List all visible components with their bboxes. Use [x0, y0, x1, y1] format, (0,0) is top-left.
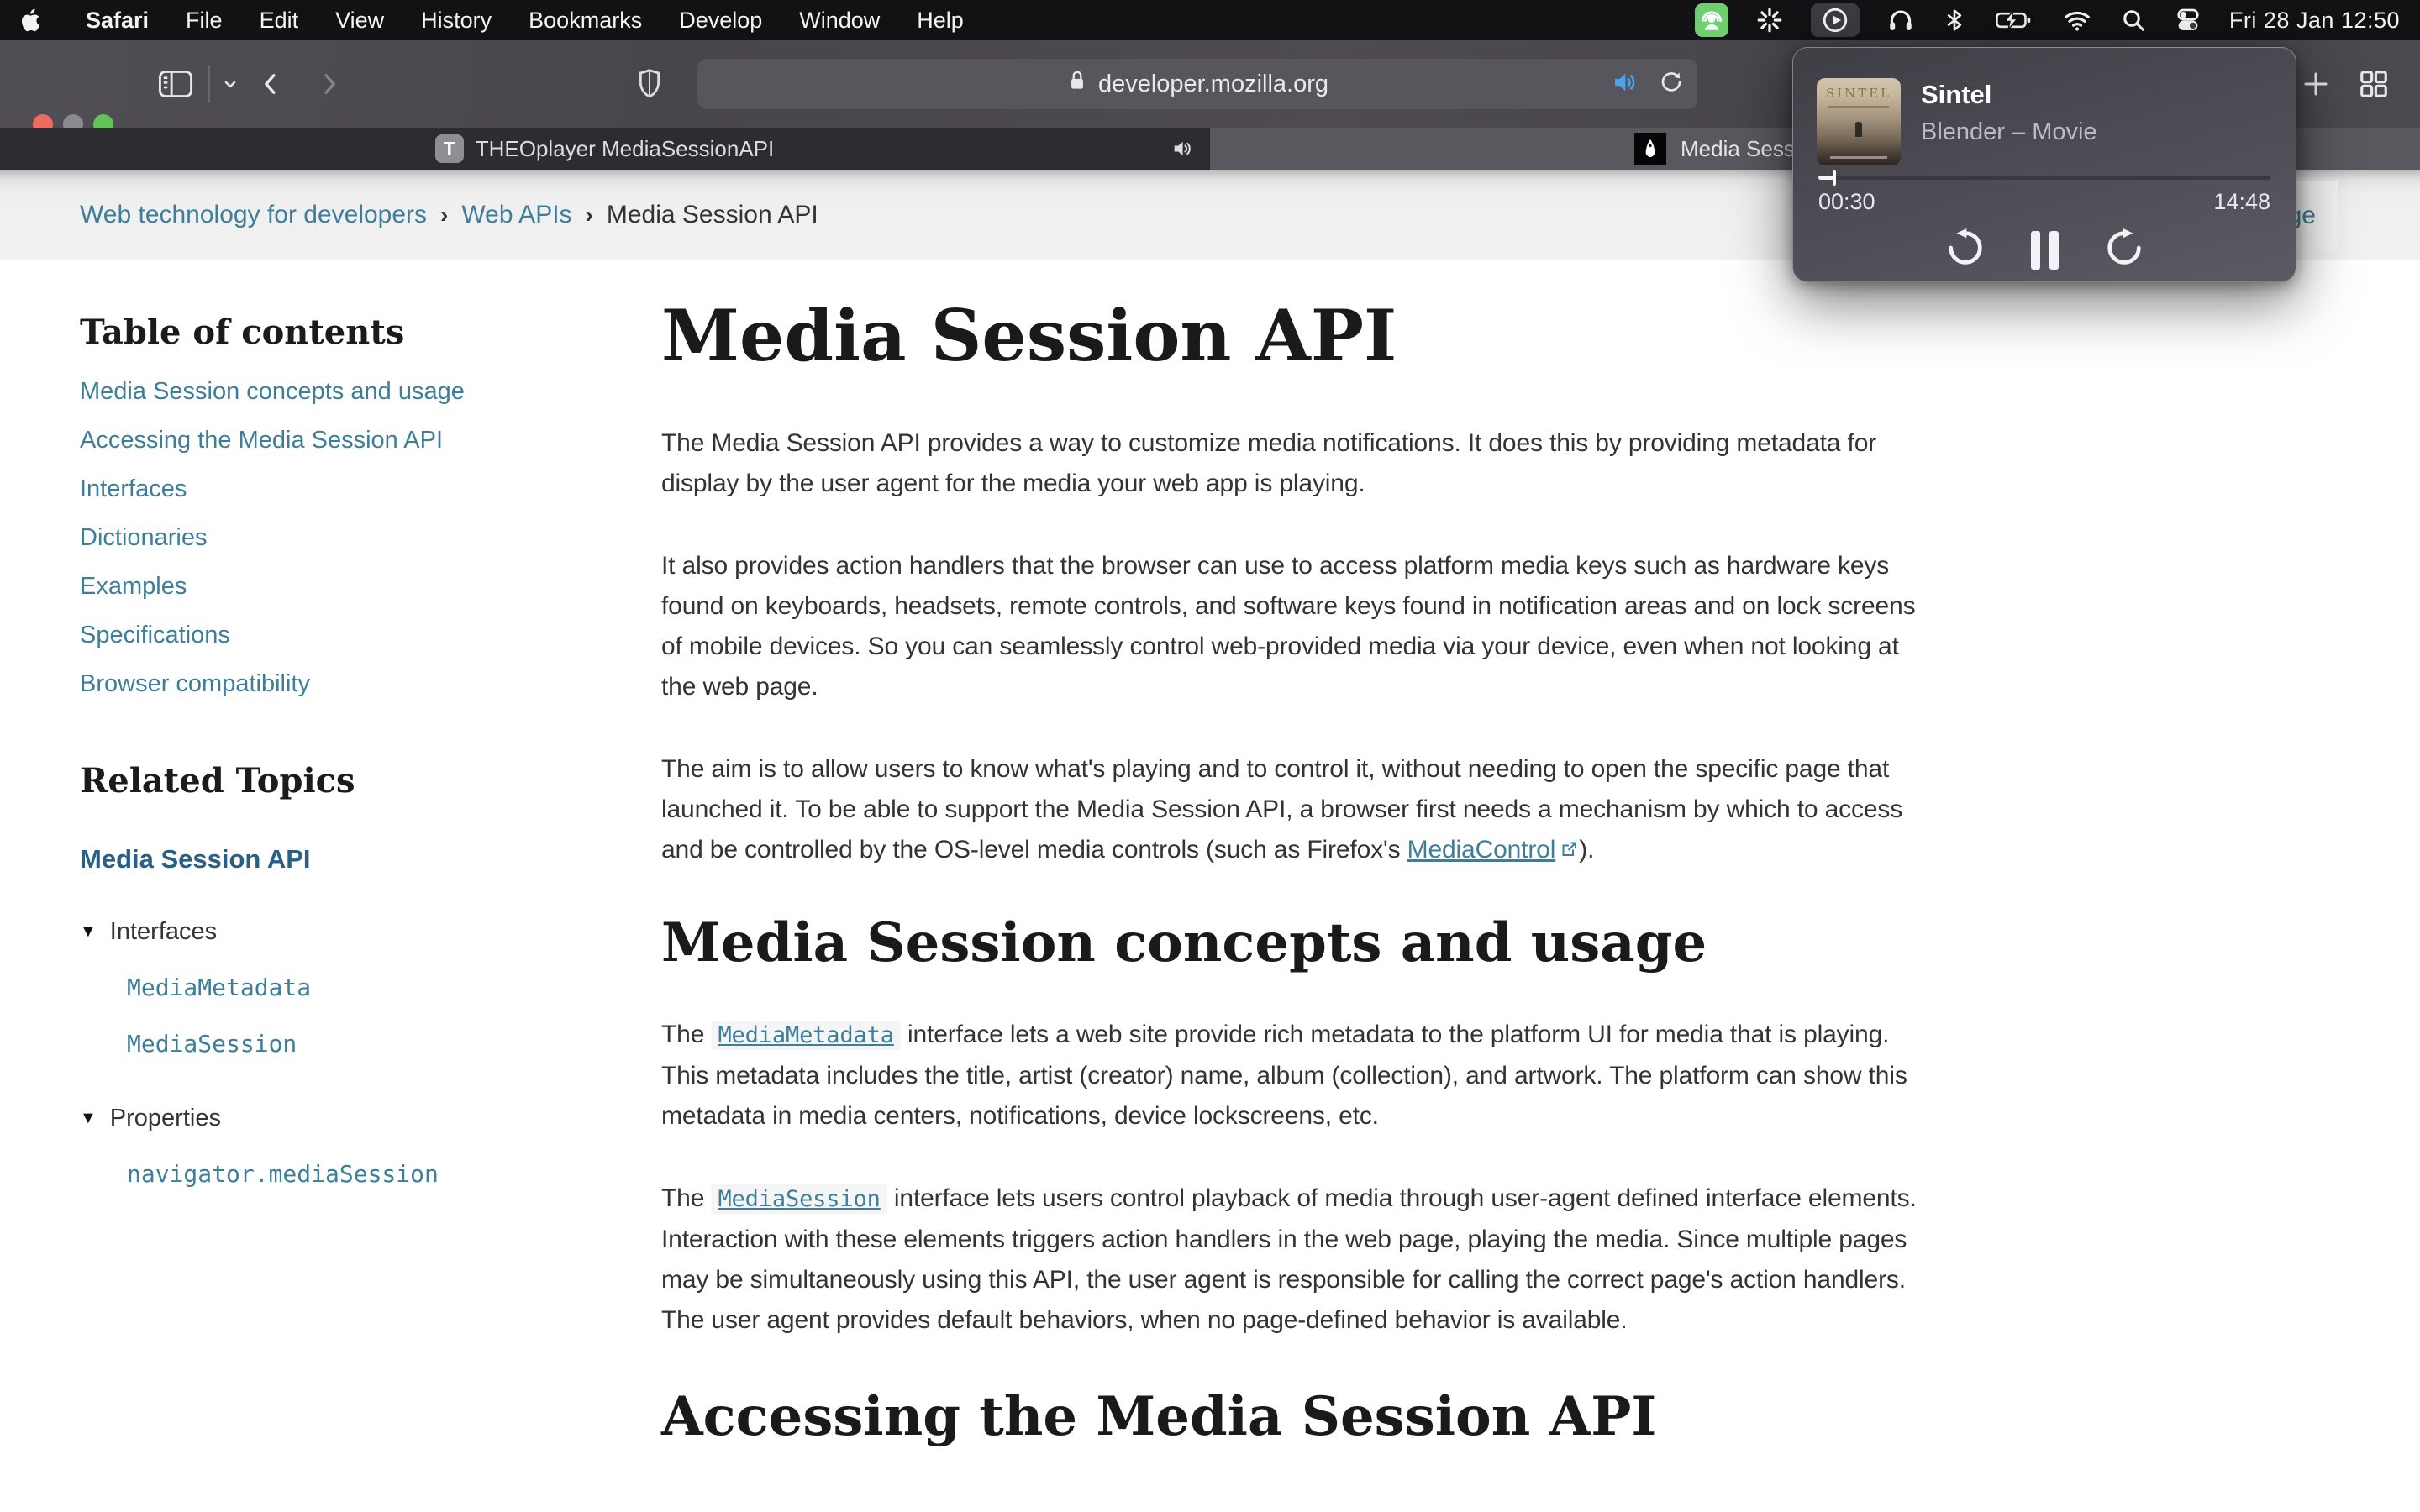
- page-audio-icon[interactable]: [1612, 70, 1640, 99]
- tab-audio-icon[interactable]: [1171, 138, 1194, 160]
- wifi-icon[interactable]: [2061, 6, 2093, 34]
- album-art-figure: [1855, 122, 1862, 137]
- pause-button[interactable]: [2031, 231, 2059, 270]
- battery-charging-icon[interactable]: [1994, 6, 2034, 34]
- sidebar-link-mediasession[interactable]: MediaSession: [127, 1030, 618, 1058]
- sidebar: Table of contents Media Session concepts…: [80, 260, 618, 1446]
- sidebar-chevron-down-icon[interactable]: [220, 74, 240, 94]
- breadcrumb-current: Media Session API: [607, 201, 818, 229]
- menu-item-safari[interactable]: Safari: [86, 8, 149, 34]
- seek-forward-button[interactable]: [2102, 226, 2146, 274]
- related-link-media-session-api[interactable]: Media Session API: [80, 844, 618, 874]
- tab-theoplayer[interactable]: T THEOplayer MediaSessionAPI: [0, 128, 1210, 170]
- sidebar-link-mediametadata[interactable]: MediaMetadata: [127, 974, 618, 1001]
- external-link-icon: [1559, 832, 1579, 872]
- spotlight-search-icon[interactable]: [2120, 7, 2147, 34]
- now-playing-title: Sintel: [1921, 80, 1991, 110]
- mediasession-code-link[interactable]: MediaSession: [711, 1184, 886, 1212]
- apple-menu-icon[interactable]: [20, 8, 40, 32]
- keyboard-brightness-icon[interactable]: [1755, 6, 1784, 34]
- menu-item-window[interactable]: Window: [799, 8, 880, 34]
- macos-menu-bar: Safari File Edit View History Bookmarks …: [0, 0, 2420, 40]
- mediacontrol-link[interactable]: MediaControl: [1407, 836, 1556, 864]
- mediametadata-paragraph: The MediaMetadata interface lets a web s…: [661, 1015, 1928, 1137]
- toolbar-divider: [208, 66, 210, 102]
- triangle-collapse-icon: ▼: [80, 1109, 97, 1128]
- page-content: Web technology for developers › Web APIs…: [0, 170, 2420, 1512]
- breadcrumb-separator-icon: ›: [586, 202, 593, 228]
- toc-link-specifications[interactable]: Specifications: [80, 622, 230, 648]
- headphones-icon[interactable]: [1886, 6, 1915, 34]
- mediasession-paragraph: The MediaSession interface lets users co…: [661, 1179, 1928, 1341]
- toc-title: Table of contents: [80, 312, 618, 352]
- menu-item-view[interactable]: View: [335, 8, 384, 34]
- now-playing-artist: Blender – Movie: [1921, 118, 2097, 146]
- privacy-shield-icon[interactable]: [635, 67, 664, 101]
- address-bar[interactable]: developer.mozilla.org: [697, 59, 1697, 109]
- action-handlers-paragraph: It also provides action handlers that th…: [661, 546, 1928, 707]
- toc-link-concepts[interactable]: Media Session concepts and usage: [80, 378, 465, 405]
- total-duration: 14:48: [2213, 189, 2270, 215]
- control-center-icon[interactable]: [2174, 6, 2202, 34]
- section-heading-concepts: Media Session concepts and usage: [661, 914, 1928, 973]
- breadcrumb-link-web-apis[interactable]: Web APIs: [461, 201, 571, 229]
- toc-list: Media Session concepts and usage Accessi…: [80, 377, 618, 699]
- toc-link-dictionaries[interactable]: Dictionaries: [80, 524, 208, 551]
- lock-icon: [1066, 68, 1088, 100]
- mdn-favicon: [1634, 133, 1666, 165]
- progress-scrubber-handle[interactable]: [1833, 170, 1836, 186]
- breadcrumb-separator-icon: ›: [440, 202, 448, 228]
- tab-label: THEOplayer MediaSessionAPI: [476, 136, 774, 162]
- menu-item-develop[interactable]: Develop: [679, 8, 762, 34]
- now-playing-icon[interactable]: [1811, 3, 1860, 37]
- seek-backward-button[interactable]: [1944, 226, 1987, 274]
- url-text: developer.mozilla.org: [1098, 71, 1328, 98]
- menu-item-edit[interactable]: Edit: [260, 8, 299, 34]
- triangle-collapse-icon: ▼: [80, 922, 97, 942]
- album-art: SINTEL: [1817, 78, 1901, 165]
- reload-button[interactable]: [1659, 70, 1684, 99]
- menu-bar-clock[interactable]: Fri 28 Jan 12:50: [2229, 8, 2400, 34]
- theoplayer-favicon: T: [435, 134, 464, 163]
- screen-mirroring-icon[interactable]: [1695, 3, 1728, 37]
- back-button[interactable]: [257, 69, 284, 99]
- intro-paragraph: The Media Session API provides a way to …: [661, 423, 1928, 504]
- new-tab-button[interactable]: [2301, 69, 2331, 99]
- forward-button[interactable]: [316, 69, 343, 99]
- sidebar-group-label: Properties: [110, 1105, 221, 1132]
- menu-item-file[interactable]: File: [186, 8, 223, 34]
- tab-overview-button[interactable]: [2358, 68, 2390, 100]
- screen: Safari File Edit View History Bookmarks …: [0, 0, 2420, 1512]
- toc-link-browser-compatibility[interactable]: Browser compatibility: [80, 670, 310, 697]
- related-topics-title: Related Topics: [80, 761, 618, 801]
- elapsed-time: 00:30: [1818, 189, 1876, 215]
- sidebar-group-label: Interfaces: [110, 918, 217, 946]
- aim-paragraph: The aim is to allow users to know what's…: [661, 749, 1928, 872]
- sidebar-link-navigator-mediasession[interactable]: navigator.mediaSession: [127, 1160, 618, 1188]
- menu-item-help[interactable]: Help: [917, 8, 964, 34]
- menu-item-bookmarks[interactable]: Bookmarks: [529, 8, 642, 34]
- now-playing-popover: SINTEL Sintel Blender – Movie 00:30 14:4…: [1792, 47, 2296, 282]
- breadcrumb-link-web-technology[interactable]: Web technology for developers: [80, 201, 427, 229]
- toc-link-accessing[interactable]: Accessing the Media Session API: [80, 427, 443, 454]
- page-title: Media Session API: [661, 301, 1928, 371]
- toc-link-examples[interactable]: Examples: [80, 573, 187, 600]
- playback-progress-bar[interactable]: [1818, 176, 2270, 180]
- mediametadata-code-link[interactable]: MediaMetadata: [711, 1021, 900, 1048]
- sidebar-toggle-button[interactable]: [158, 69, 193, 99]
- toc-link-interfaces[interactable]: Interfaces: [80, 475, 187, 502]
- album-art-title: SINTEL: [1817, 86, 1901, 101]
- sidebar-group-properties[interactable]: ▼ Properties: [80, 1105, 618, 1132]
- menu-item-history[interactable]: History: [421, 8, 492, 34]
- sidebar-group-interfaces[interactable]: ▼ Interfaces: [80, 918, 618, 946]
- article: Media Session API The Media Session API …: [618, 260, 1928, 1446]
- section-heading-accessing: Accessing the Media Session API: [661, 1388, 1928, 1446]
- breadcrumb: Web technology for developers › Web APIs…: [80, 170, 818, 260]
- bluetooth-icon[interactable]: [1942, 6, 1967, 34]
